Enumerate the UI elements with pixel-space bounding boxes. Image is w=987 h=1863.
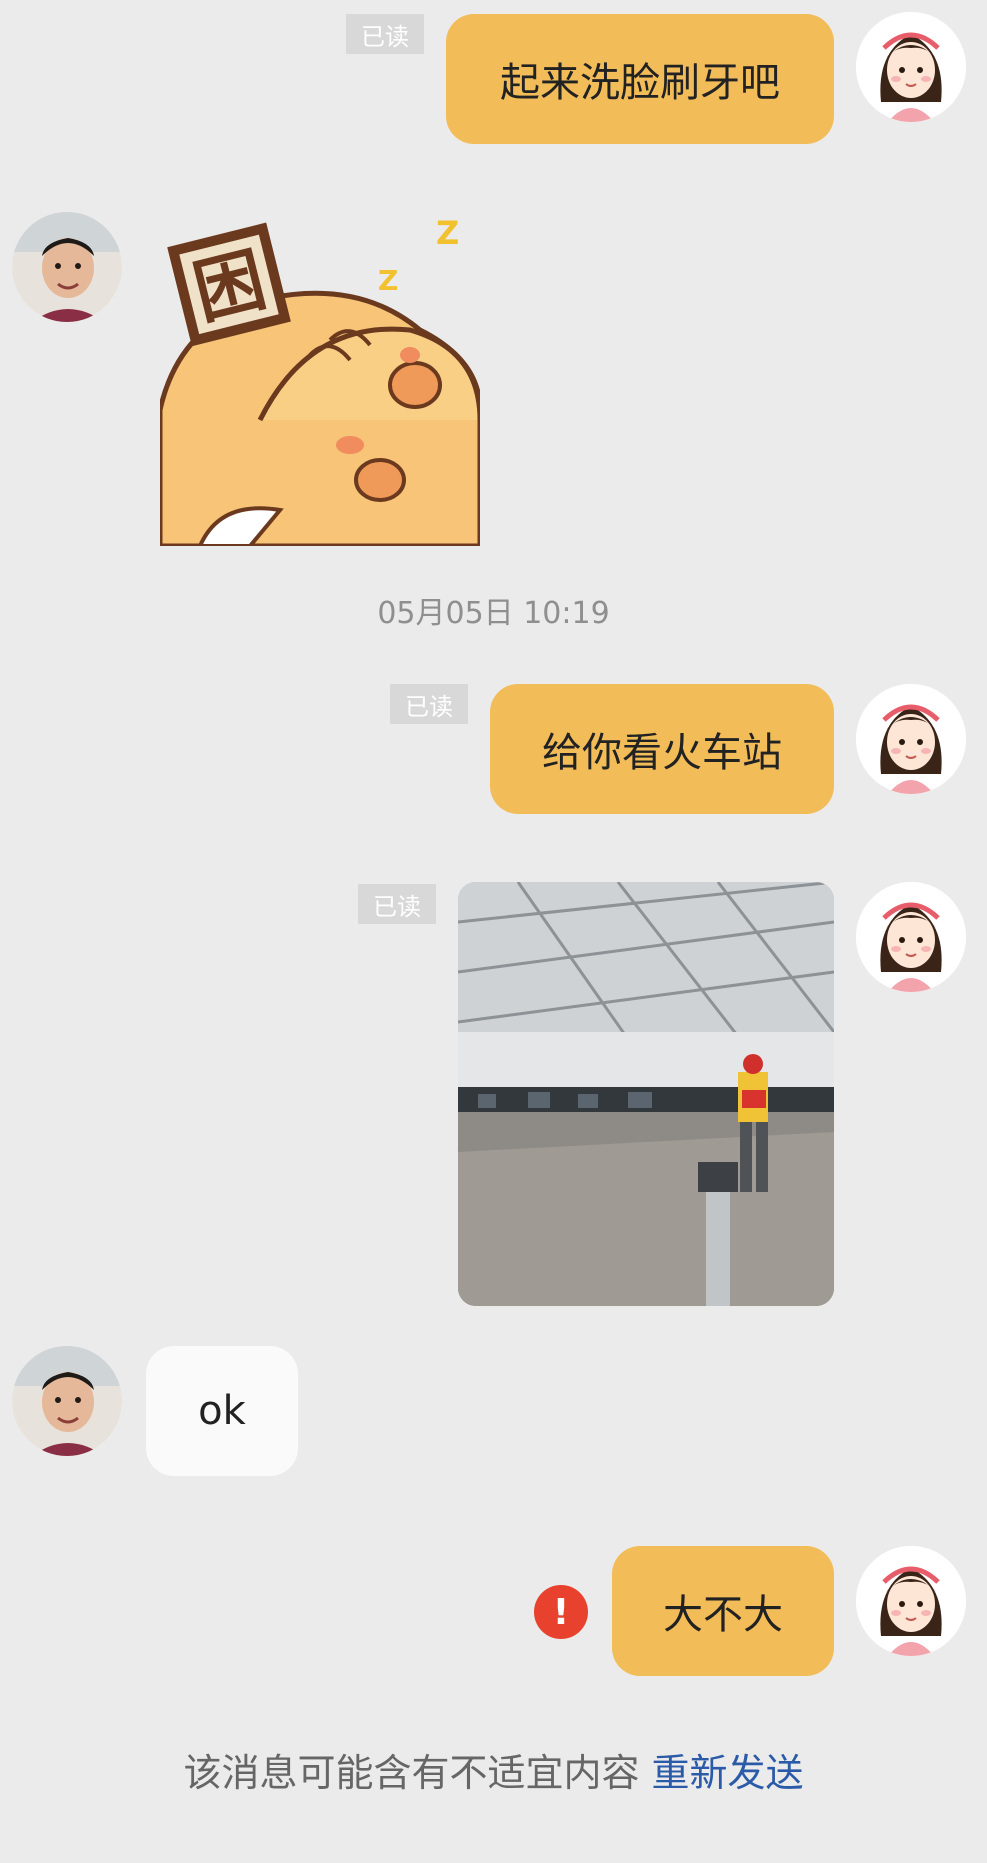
sleep-z-small: Z xyxy=(378,264,398,297)
my-avatar[interactable] xyxy=(856,882,966,992)
sleep-z-large: Z xyxy=(436,214,459,252)
notice-text: 该消息可能含有不适宜内容 xyxy=(183,1751,640,1795)
sticker-message[interactable]: 困 Z Z xyxy=(157,210,483,549)
message-bubble-outgoing[interactable]: 大不大 xyxy=(612,1546,834,1676)
message-bubble-outgoing[interactable]: 给你看火车站 xyxy=(490,684,834,814)
image-message[interactable] xyxy=(458,882,834,1306)
resend-link[interactable]: 重新发送 xyxy=(652,1751,804,1795)
sleepy-chick-sticker-icon: 困 Z Z xyxy=(157,210,483,549)
message-bubble-incoming[interactable]: ok xyxy=(146,1346,298,1476)
girl-avatar-icon xyxy=(856,882,966,992)
read-receipt: 已读 xyxy=(358,884,436,924)
train-station-photo-icon xyxy=(458,882,834,1306)
girl-avatar-icon xyxy=(856,12,966,122)
girl-avatar-icon xyxy=(856,1546,966,1656)
my-avatar[interactable] xyxy=(856,684,966,794)
read-receipt: 已读 xyxy=(390,684,468,724)
man-photo-avatar-icon xyxy=(12,212,122,322)
message-bubble-outgoing[interactable]: 起来洗脸刷牙吧 xyxy=(446,14,834,144)
my-avatar[interactable] xyxy=(856,1546,966,1656)
my-avatar[interactable] xyxy=(856,12,966,122)
man-photo-avatar-icon xyxy=(12,1346,122,1456)
girl-avatar-icon xyxy=(856,684,966,794)
contact-avatar[interactable] xyxy=(12,1346,122,1456)
content-warning-notice: 该消息可能含有不适宜内容 重新发送 xyxy=(0,1742,987,1797)
warning-icon[interactable]: ! xyxy=(534,1585,588,1639)
read-receipt: 已读 xyxy=(346,14,424,54)
chat-timestamp: 05月05日 10:19 xyxy=(377,596,610,631)
contact-avatar[interactable] xyxy=(12,212,122,322)
